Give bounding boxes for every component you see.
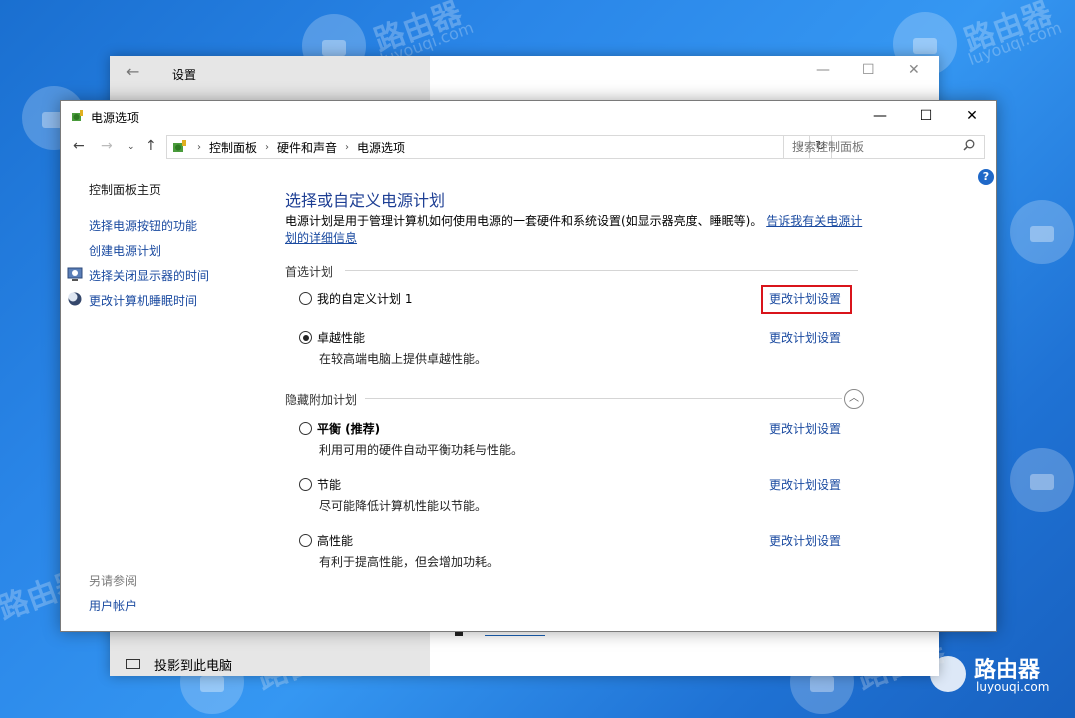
back-arrow-icon[interactable]: ←: [126, 62, 139, 81]
sidebar-item-sleep[interactable]: 更改计算机睡眠时间: [89, 292, 197, 309]
plan-description: 在较高端电脑上提供卓越性能。: [319, 352, 488, 366]
window-title: 电源选项: [91, 111, 140, 125]
title-bar: 电源选项 — ☐ ✕: [61, 101, 996, 131]
hidden-plans-divider: [365, 398, 842, 399]
moon-icon: [68, 292, 82, 306]
forward-arrow-icon[interactable]: →: [101, 138, 113, 154]
plan-radio[interactable]: [299, 534, 312, 547]
description-text: 电源计划是用于管理计算机如何使用电源的一套硬件和系统设置(如显示器亮度、睡眠等)…: [285, 214, 763, 228]
settings-maximize-button[interactable]: ☐: [862, 62, 875, 78]
control-panel-icon: [173, 140, 186, 152]
settings-close-button[interactable]: ✕: [908, 62, 920, 78]
watermark-logo-icon: [1010, 448, 1074, 512]
plan-description: 尽可能降低计算机性能以节能。: [319, 499, 488, 513]
page-title: 选择或自定义电源计划: [285, 191, 446, 210]
sidebar-item-power-button[interactable]: 选择电源按钮的功能: [89, 217, 197, 234]
plan-name: 卓越性能: [317, 331, 366, 345]
project-to-pc-label: 投影到此电脑: [154, 658, 233, 674]
collapse-chevron-icon[interactable]: ︿: [844, 389, 864, 409]
power-options-window: 电源选项 — ☐ ✕ ← → ⌄ ↑ › 控制面板 › 硬件和声音 › 电源选项…: [60, 100, 997, 632]
preferred-plans-heading: 首选计划: [285, 265, 334, 279]
back-arrow-icon[interactable]: ←: [73, 138, 85, 154]
plan-name: 平衡 (推荐): [317, 422, 381, 436]
plan-name: 高性能: [317, 534, 354, 548]
breadcrumb-separator-icon: ›: [345, 141, 350, 153]
breadcrumb-hardware-sound[interactable]: 硬件和声音: [277, 139, 337, 156]
close-button[interactable]: ✕: [949, 101, 995, 131]
plan-name: 节能: [317, 478, 342, 492]
page-description: 电源计划是用于管理计算机如何使用电源的一套硬件和系统设置(如显示器亮度、睡眠等)…: [285, 213, 865, 247]
breadcrumb-power-options[interactable]: 电源选项: [357, 139, 405, 156]
see-also-heading: 另请参阅: [89, 574, 138, 588]
plan-name: 我的自定义计划 1: [317, 292, 413, 306]
change-plan-settings-link[interactable]: 更改计划设置: [769, 420, 841, 437]
up-arrow-icon[interactable]: ↑: [145, 138, 157, 154]
plan-radio[interactable]: [299, 478, 312, 491]
plan-radio-selected[interactable]: [299, 331, 312, 344]
projector-icon: [126, 659, 140, 669]
search-input[interactable]: 搜索控制面板: [783, 135, 985, 159]
plan-description: 利用可用的硬件自动平衡功耗与性能。: [319, 443, 524, 457]
help-icon[interactable]: ?: [978, 169, 994, 185]
watermark-logo-icon: [1010, 200, 1074, 264]
learn-more-link[interactable]: 告诉我有关电源计: [766, 214, 862, 228]
recent-locations-chevron-icon[interactable]: ⌄: [127, 142, 135, 152]
plan-description: 有利于提高性能，但会增加功耗。: [319, 555, 500, 569]
settings-minimize-button[interactable]: —: [816, 62, 830, 78]
corner-domain: luyouqi.com: [976, 680, 1050, 694]
address-bar-row: ← → ⌄ ↑ › 控制面板 › 硬件和声音 › 电源选项 ⌄ ↻ 搜索控制面板: [61, 133, 996, 163]
preferred-plans-divider: [345, 270, 858, 271]
corner-watermark: 路由器 luyouqi.com: [930, 652, 1070, 696]
learn-more-link-continued[interactable]: 划的详细信息: [285, 231, 357, 245]
change-plan-settings-link[interactable]: 更改计划设置: [769, 476, 841, 493]
breadcrumb-control-panel[interactable]: 控制面板: [209, 139, 257, 156]
breadcrumb-separator-icon: ›: [197, 141, 201, 153]
monitor-clock-icon: [67, 267, 83, 281]
address-bar[interactable]: › 控制面板 › 硬件和声音 › 电源选项 ⌄ ↻: [166, 135, 832, 159]
power-options-icon: [72, 110, 83, 121]
search-icon[interactable]: [963, 139, 975, 151]
sidebar-item-user-accounts[interactable]: 用户帐户: [89, 597, 137, 614]
change-plan-settings-link[interactable]: 更改计划设置: [769, 329, 841, 346]
sidebar-item-create-plan[interactable]: 创建电源计划: [89, 242, 161, 259]
sidebar-item-home[interactable]: 控制面板主页: [89, 181, 161, 198]
plan-radio[interactable]: [299, 292, 312, 305]
change-plan-settings-link[interactable]: 更改计划设置: [769, 532, 841, 549]
maximize-button[interactable]: ☐: [903, 101, 949, 131]
minimize-button[interactable]: —: [857, 101, 903, 131]
settings-title: 设置: [172, 68, 197, 82]
sidebar-item-display-off[interactable]: 选择关闭显示器的时间: [89, 267, 209, 284]
hidden-plans-heading: 隐藏附加计划: [285, 393, 358, 407]
breadcrumb-separator-icon: ›: [265, 141, 270, 153]
plan-radio[interactable]: [299, 422, 312, 435]
highlight-box: [761, 285, 852, 314]
project-to-pc-item[interactable]: 投影到此电脑: [126, 654, 232, 674]
